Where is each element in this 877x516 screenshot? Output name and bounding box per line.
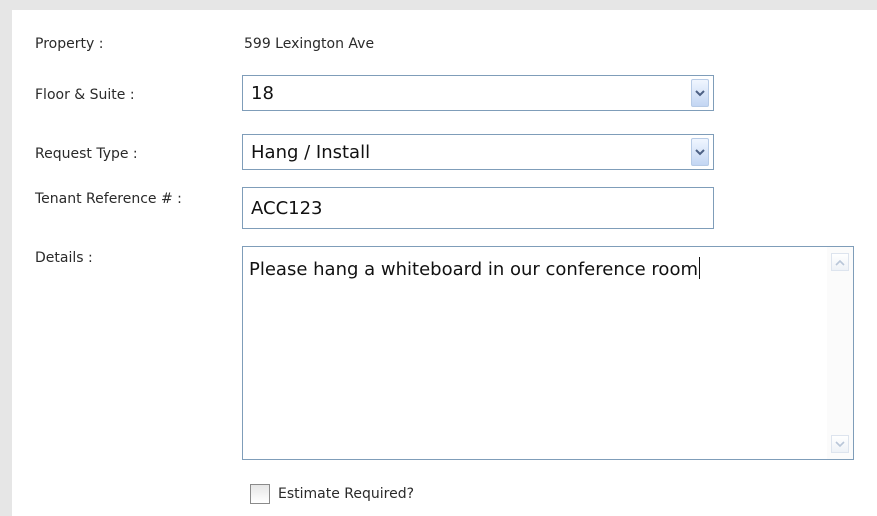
details-textarea[interactable]: Please hang a whiteboard in our conferen… — [242, 246, 854, 460]
estimate-required-label[interactable]: Estimate Required? — [278, 486, 414, 502]
request-type-select[interactable]: Hang / Install — [242, 134, 714, 170]
tenant-reference-label: Tenant Reference # : — [35, 191, 182, 207]
request-form: Property : 599 Lexington Ave Floor & Sui… — [0, 0, 877, 516]
scroll-up-button[interactable] — [831, 253, 849, 271]
chevron-down-icon — [695, 149, 705, 156]
request-type-dropdown-button[interactable] — [691, 138, 709, 166]
chevron-down-icon — [835, 440, 845, 447]
chevron-down-icon — [695, 90, 705, 97]
details-scrollbar[interactable] — [827, 247, 853, 459]
property-value: 599 Lexington Ave — [244, 36, 375, 52]
request-type-label: Request Type : — [35, 146, 138, 162]
details-text: Please hang a whiteboard in our conferen… — [249, 259, 698, 280]
estimate-required-row: Estimate Required? — [250, 484, 414, 504]
floor-suite-selected-value: 18 — [251, 82, 274, 104]
floor-suite-select[interactable]: 18 — [242, 75, 714, 111]
chevron-up-icon — [835, 259, 845, 266]
request-type-selected-value: Hang / Install — [251, 141, 371, 163]
floor-suite-dropdown-button[interactable] — [691, 79, 709, 107]
estimate-required-checkbox[interactable] — [250, 484, 270, 504]
tenant-reference-value: ACC123 — [251, 197, 323, 219]
property-label: Property : — [35, 36, 104, 52]
text-cursor — [699, 257, 700, 279]
details-label: Details : — [35, 250, 93, 266]
scroll-down-button[interactable] — [831, 435, 849, 453]
floor-suite-label: Floor & Suite : — [35, 87, 135, 103]
tenant-reference-input[interactable]: ACC123 — [242, 187, 714, 229]
